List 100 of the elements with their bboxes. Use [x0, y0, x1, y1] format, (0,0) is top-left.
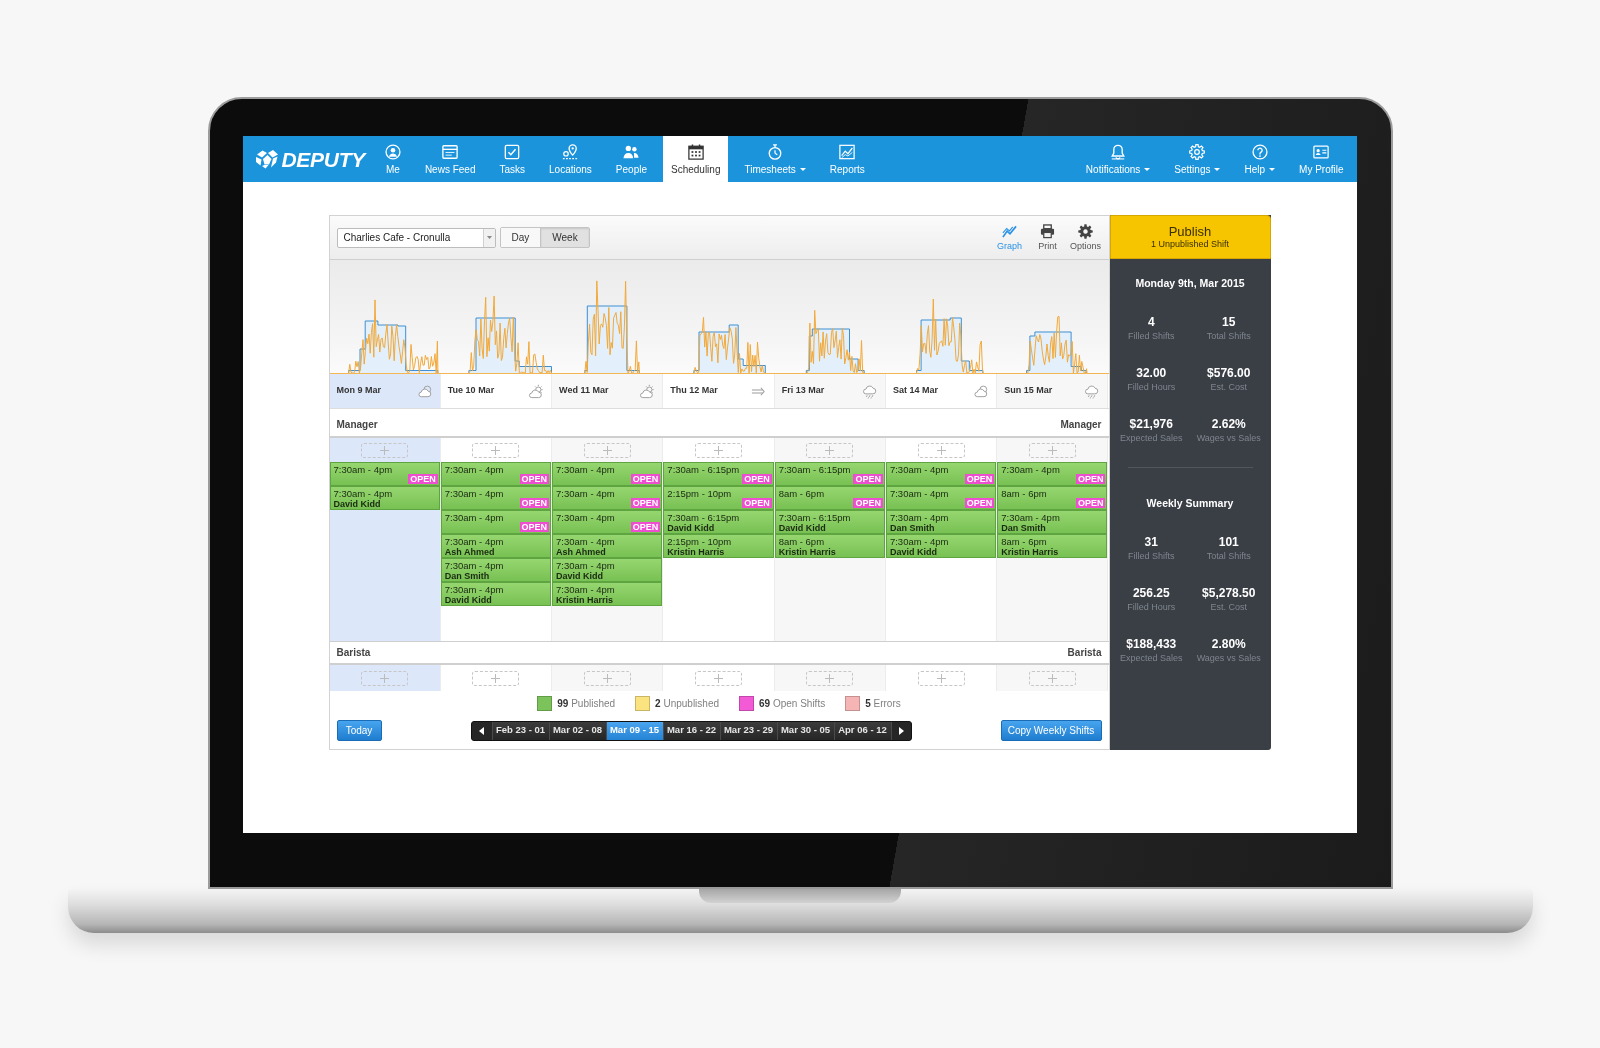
stat-value: 101: [1218, 535, 1239, 550]
bell-icon: [1110, 143, 1127, 160]
shift-block[interactable]: 7:30am - 4pm Dan Smith: [885, 510, 997, 534]
shift-time: 8am - 6pm: [1001, 488, 1048, 499]
shift-block[interactable]: 7:30am - 4pm OPEN: [440, 486, 552, 510]
week-button[interactable]: Feb 23 - 01: [491, 721, 549, 740]
employee-name: David Kidd: [889, 547, 938, 557]
add-shift-button[interactable]: [361, 670, 409, 686]
plus-icon: [936, 673, 946, 683]
view-toggle[interactable]: Day: [500, 228, 541, 247]
shift-block[interactable]: 7:30am - 4pm OPEN: [329, 462, 440, 486]
settings-icon: [1189, 143, 1206, 160]
shift-block[interactable]: 7:30am - 6:15pm OPEN: [774, 462, 885, 486]
shift-block[interactable]: 7:30am - 4pm OPEN: [552, 486, 663, 510]
add-shift-button[interactable]: [917, 442, 965, 458]
add-shift-button[interactable]: [917, 670, 965, 686]
employee-name: Ash Ahmed: [444, 547, 496, 557]
shift-block[interactable]: 7:30am - 4pm David Kidd: [885, 534, 997, 558]
day-header[interactable]: Fri 13 Mar: [774, 374, 886, 408]
shift-block[interactable]: 2:15pm - 10pm Kristin Harris: [663, 534, 774, 558]
shift-block[interactable]: 7:30am - 4pm Ash Ahmed: [440, 534, 552, 558]
plus-icon: [491, 445, 501, 455]
shift-block[interactable]: 2:15pm - 10pm OPEN: [663, 486, 774, 510]
toolbar-button[interactable]: Options: [1066, 224, 1105, 251]
stat-value: 2.80%: [1211, 637, 1246, 652]
week-button[interactable]: Mar 02 - 08: [548, 721, 606, 740]
shift-block[interactable]: 8am - 6pm Kristin Harris: [997, 534, 1108, 558]
view-toggle[interactable]: Week: [540, 228, 589, 247]
open-shift-badge: OPEN: [964, 474, 995, 484]
plus-icon: [380, 673, 390, 683]
shift-block[interactable]: 7:30am - 4pm David Kidd: [440, 582, 552, 606]
stat-label: Est. Cost: [1210, 601, 1247, 613]
toolbar-button[interactable]: Print: [1028, 224, 1067, 251]
shift-block[interactable]: 7:30am - 4pm OPEN: [885, 486, 997, 510]
add-shift-button[interactable]: [1028, 670, 1076, 686]
shift-block[interactable]: 7:30am - 4pm OPEN: [440, 462, 552, 486]
stat-value: 15: [1222, 315, 1236, 330]
week-button[interactable]: Mar 16 - 22: [662, 721, 720, 740]
shift-block[interactable]: 7:30am - 4pm David Kidd: [552, 558, 663, 582]
day-header[interactable]: Sun 15 Mar: [997, 374, 1109, 408]
shift-block[interactable]: 7:30am - 4pm OPEN: [552, 510, 663, 534]
employee-name: David Kidd: [556, 571, 605, 581]
employee-name: Kristin Harris: [556, 595, 615, 605]
plus-icon: [380, 445, 390, 455]
browser-window-icon: [442, 143, 459, 160]
week-button[interactable]: Mar 30 - 05: [776, 721, 834, 740]
shift-block[interactable]: 7:30am - 4pm David Kidd: [329, 486, 440, 510]
shift-block[interactable]: 8am - 6pm OPEN: [997, 486, 1108, 510]
open-shift-badge: OPEN: [630, 498, 661, 508]
nav-tab[interactable]: Scheduling: [663, 136, 729, 182]
publish-button[interactable]: Publish 1 Unpublished Shift: [1109, 215, 1271, 259]
shift-block[interactable]: 7:30am - 6:15pm David Kidd: [774, 510, 885, 534]
add-shift-button[interactable]: [806, 442, 854, 458]
employee-name: Dan Smith: [444, 571, 491, 581]
open-shift-badge: OPEN: [519, 474, 550, 484]
day-label: Mon 9 Mar: [336, 384, 381, 398]
day-label: Wed 11 Mar: [559, 384, 609, 398]
shift-time: 7:30am - 4pm: [1001, 464, 1061, 475]
day-header[interactable]: Wed 11 Mar: [552, 374, 664, 408]
location-select[interactable]: Charlies Cafe - Cronulla: [336, 227, 496, 248]
add-shift-button[interactable]: [583, 670, 631, 686]
shift-time: 7:30am - 4pm: [556, 512, 616, 523]
open-shift-badge: OPEN: [964, 498, 995, 508]
week-button[interactable]: Mar 23 - 29: [719, 721, 777, 740]
day-header[interactable]: Mon 9 Mar: [329, 374, 441, 408]
shift-block[interactable]: 8am - 6pm Kristin Harris: [774, 534, 885, 558]
plus-icon: [714, 445, 723, 455]
add-shift-button[interactable]: [695, 442, 742, 458]
section-title: Barista: [1067, 646, 1102, 660]
add-shift-button[interactable]: [583, 442, 631, 458]
shift-block[interactable]: 7:30am - 4pm Kristin Harris: [552, 582, 663, 606]
shift-block[interactable]: 8am - 6pm OPEN: [774, 486, 885, 510]
add-shift-button[interactable]: [361, 442, 409, 458]
employee-name: Kristin Harris: [1001, 547, 1060, 557]
stat-value: $21,976: [1129, 417, 1173, 432]
shift-time: 7:30am - 6:15pm: [778, 512, 852, 523]
add-shift-button[interactable]: [695, 670, 742, 686]
shift-time: 8am - 6pm: [1001, 536, 1048, 547]
shift-block[interactable]: 7:30am - 4pm OPEN: [997, 462, 1108, 486]
shift-time: 7:30am - 4pm: [1001, 512, 1061, 523]
shift-block[interactable]: 7:30am - 6:15pm David Kidd: [663, 510, 774, 534]
add-shift-button[interactable]: [1028, 442, 1076, 458]
shift-time: 7:30am - 4pm: [333, 488, 394, 499]
plus-icon: [491, 673, 501, 683]
shift-block[interactable]: 7:30am - 4pm Dan Smith: [440, 558, 552, 582]
shift-block[interactable]: 7:30am - 4pm OPEN: [440, 510, 552, 534]
stat-label: Filled Shifts: [1128, 550, 1175, 562]
add-shift-button[interactable]: [472, 442, 520, 458]
map-pin-icon: [562, 143, 579, 160]
shift-block[interactable]: 7:30am - 6:15pm OPEN: [663, 462, 774, 486]
shift-block[interactable]: 7:30am - 4pm Dan Smith: [997, 510, 1108, 534]
week-button[interactable]: Apr 06 - 12: [833, 721, 891, 740]
stat-label: Filled Hours: [1127, 601, 1176, 613]
add-shift-button[interactable]: [806, 670, 854, 686]
shift-block[interactable]: 7:30am - 4pm OPEN: [885, 462, 997, 486]
day-label: Sun 15 Mar: [1004, 384, 1053, 398]
section-title: Manager: [1060, 418, 1102, 432]
shift-block[interactable]: 7:30am - 4pm OPEN: [552, 462, 663, 486]
add-shift-button[interactable]: [472, 670, 520, 686]
shift-block[interactable]: 7:30am - 4pm Ash Ahmed: [552, 534, 663, 558]
